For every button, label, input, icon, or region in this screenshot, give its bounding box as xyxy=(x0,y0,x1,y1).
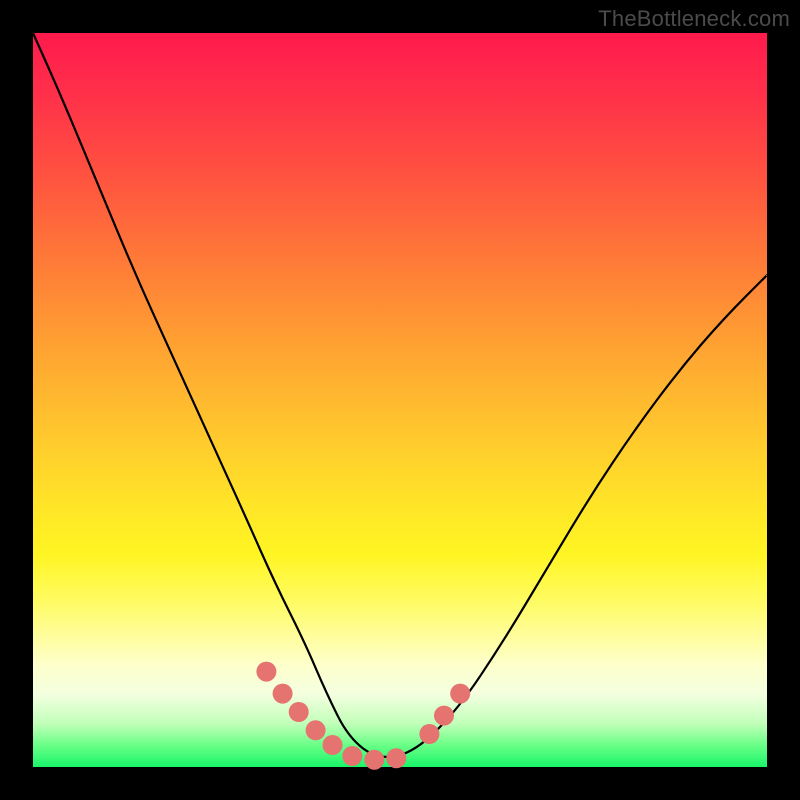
marker-dot xyxy=(386,748,406,768)
marker-dot xyxy=(289,702,309,722)
curve-svg xyxy=(33,33,767,767)
marker-dot xyxy=(450,684,470,704)
marker-dot xyxy=(364,750,384,770)
bottleneck-curve xyxy=(33,33,767,757)
marker-group xyxy=(256,662,470,770)
plot-area xyxy=(33,33,767,767)
marker-dot xyxy=(434,706,454,726)
marker-dot xyxy=(256,662,276,682)
marker-dot xyxy=(323,735,343,755)
marker-dot xyxy=(419,724,439,744)
marker-dot xyxy=(273,684,293,704)
chart-frame: TheBottleneck.com xyxy=(0,0,800,800)
marker-dot xyxy=(306,720,326,740)
marker-dot xyxy=(342,746,362,766)
watermark-text: TheBottleneck.com xyxy=(598,6,790,32)
